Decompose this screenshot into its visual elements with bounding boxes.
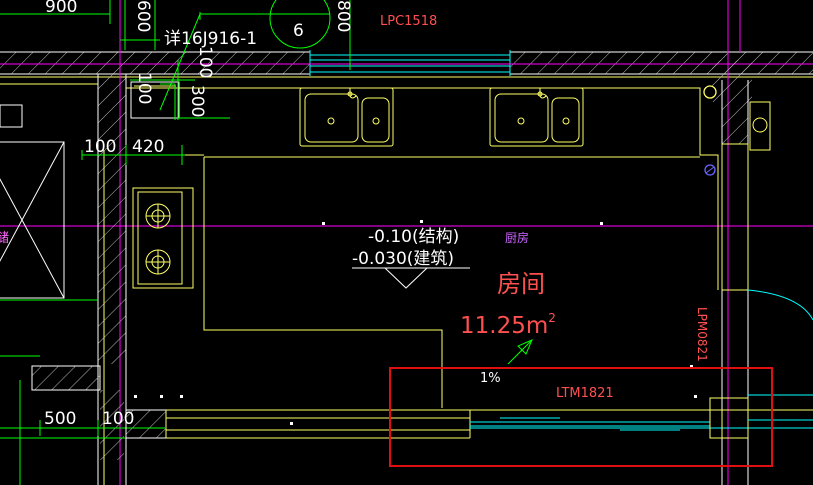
dim-wall-420: 420 <box>132 137 164 157</box>
room-name: 房间 <box>497 270 545 298</box>
gas-stove <box>132 187 194 289</box>
kitchen-counter <box>126 87 719 408</box>
level-marker <box>352 267 470 289</box>
room-tag: 厨房 <box>505 230 529 245</box>
dim-top-900: 900 <box>45 0 77 17</box>
room-area-value: 11.25m <box>460 313 548 339</box>
left-room <box>0 83 101 391</box>
level-structure-text: -0.10(结构) <box>368 227 459 247</box>
level-architecture-text: -0.030(建筑) <box>352 249 454 269</box>
dim-300: 300 <box>187 85 207 117</box>
left-room-cut-label: 储 <box>0 231 9 246</box>
slope-arrow <box>507 339 533 365</box>
door-right-label: LPM0821 <box>695 307 709 362</box>
dim-bottom-100: 100 <box>102 409 134 429</box>
dim-vertical-800: 800 <box>333 0 353 32</box>
slope-text: 1% <box>480 371 501 386</box>
dim-wall-100: 100 <box>84 137 116 157</box>
top-window <box>309 50 511 76</box>
detail-circle-number: 6 <box>293 21 304 41</box>
bottom-wall <box>125 394 813 439</box>
cad-floor-plan: 储 -0.10(结构) -0.030(建筑) 厨房 房间 11.25m2 1% … <box>0 0 813 485</box>
dim-bottom-500: 500 <box>44 409 76 429</box>
highlight-box <box>389 367 773 467</box>
dim-vertical-600: 600 <box>133 0 153 32</box>
dim-100-left: 100 <box>134 72 154 104</box>
sink-right <box>489 87 584 147</box>
room-area: 11.25m2 <box>460 311 556 339</box>
door-bottom-label: LTM1821 <box>556 386 614 401</box>
window-top-label: LPC1518 <box>380 14 437 29</box>
room-area-sup: 2 <box>548 311 556 325</box>
sink-left <box>299 87 394 147</box>
dim-100-mid: 100 <box>195 46 215 78</box>
